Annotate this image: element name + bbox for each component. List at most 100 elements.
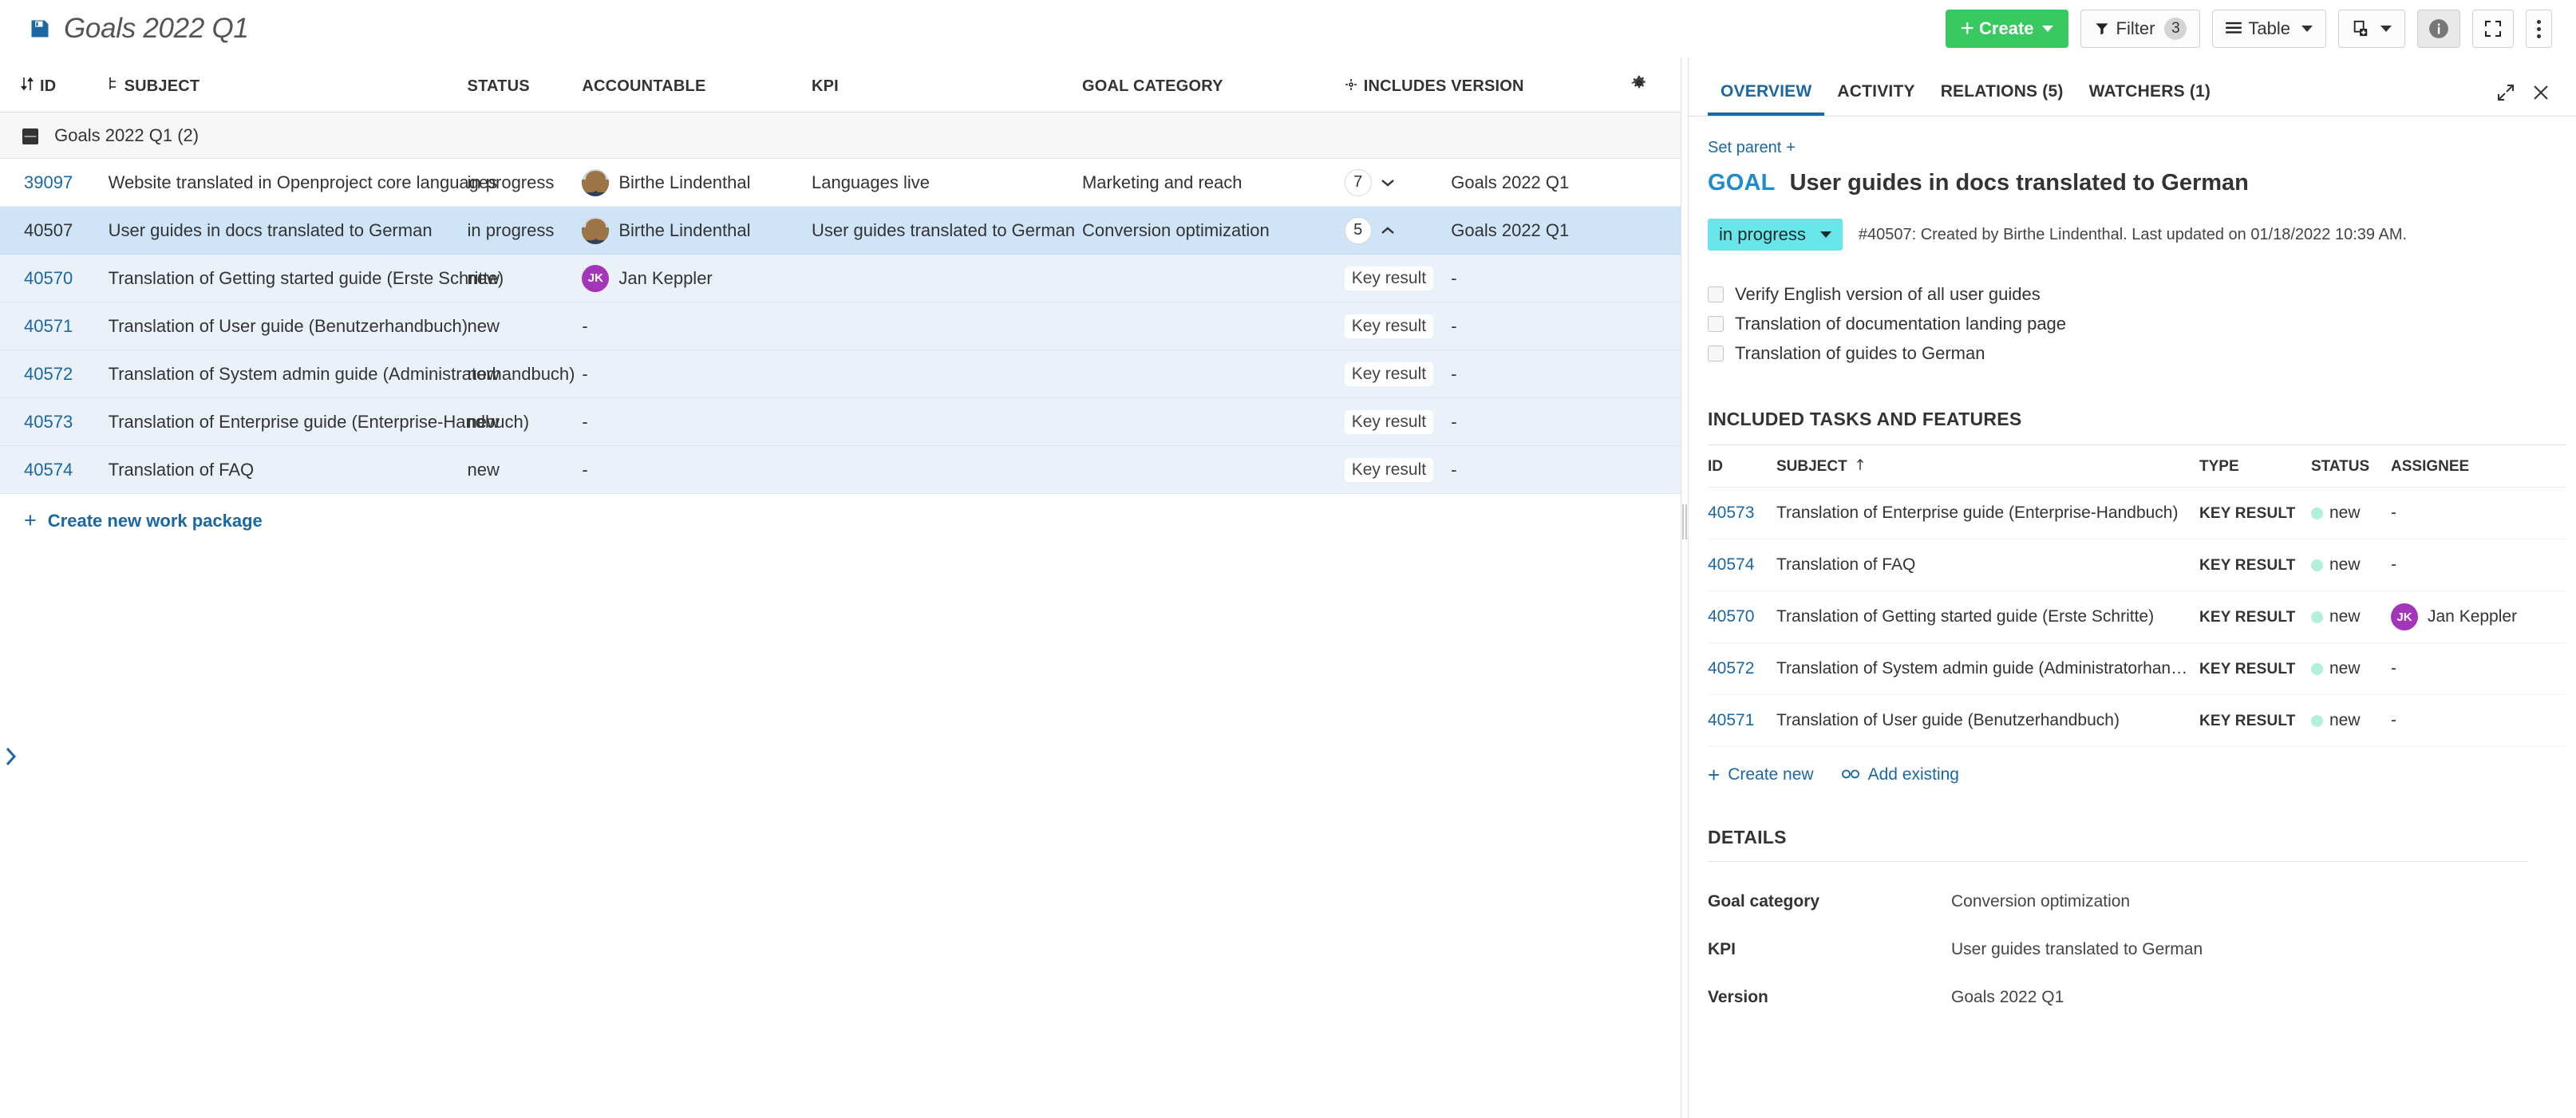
work-package-id-link[interactable]: 40571 — [1708, 711, 1754, 729]
chevron-up-icon[interactable] — [1380, 220, 1396, 241]
cell-status[interactable]: in progress — [467, 158, 583, 207]
column-header-version[interactable]: VERSION — [1451, 57, 1632, 113]
table-row[interactable]: 40572 Translation of System admin guide … — [0, 350, 1681, 398]
cell-id[interactable]: 40571 — [1708, 694, 1776, 747]
table-row[interactable]: 40570 Translation of Getting started gui… — [1708, 591, 2566, 643]
view-mode-button[interactable]: Table — [2212, 10, 2326, 48]
collapse-icon[interactable]: — — [22, 128, 38, 144]
table-row[interactable]: 40574 Translation of FAQ new - Key resul… — [0, 445, 1681, 494]
cell-subject[interactable]: Translation of User guide (Benutzerhandb… — [1776, 694, 2199, 747]
work-package-id-link[interactable]: 40574 — [1708, 555, 1754, 574]
add-existing-button[interactable]: Add existing — [1841, 765, 1959, 784]
checklist-item[interactable]: Translation of guides to German — [1708, 343, 2528, 364]
create-new-work-package-link[interactable]: + Create new work package — [0, 494, 263, 531]
cell-accountable[interactable]: - — [582, 302, 812, 350]
cell-id[interactable]: 40573 — [0, 397, 79, 446]
table-row[interactable]: 40571 Translation of User guide (Benutze… — [1708, 694, 2566, 747]
embedded-column-status[interactable]: STATUS — [2311, 444, 2391, 488]
sidebar-expand-button[interactable] — [2, 741, 21, 772]
save-icon[interactable] — [29, 18, 51, 40]
filter-button[interactable]: Filter 3 — [2080, 10, 2201, 48]
cell-id[interactable]: 40574 — [0, 445, 79, 494]
create-new-button[interactable]: + Create new — [1708, 764, 1814, 785]
cell-includes[interactable]: Key result — [1344, 445, 1452, 494]
cell-subject[interactable]: Translation of System admin guide (Admin… — [1776, 642, 2199, 695]
cell-status[interactable]: in progress — [467, 206, 583, 255]
cell-status[interactable]: new — [467, 254, 583, 302]
column-header-subject[interactable]: SUBJECT — [108, 57, 468, 113]
cell-id[interactable]: 39097 — [0, 158, 79, 207]
cell-id[interactable]: 40570 — [0, 254, 79, 302]
cell-id[interactable]: 40570 — [1708, 591, 1776, 643]
cell-accountable[interactable]: - — [582, 445, 812, 494]
cell-includes[interactable]: 7 — [1344, 158, 1452, 207]
table-row[interactable]: 40574 Translation of FAQ KEY RESULT new … — [1708, 539, 2566, 591]
cell-subject[interactable]: Translation of Enterprise guide (Enterpr… — [108, 397, 529, 446]
more-options-button[interactable] — [2526, 10, 2552, 48]
cell-id[interactable]: 40573 — [1708, 487, 1776, 539]
cell-includes[interactable]: Key result — [1344, 302, 1452, 350]
export-button[interactable] — [2338, 10, 2405, 48]
table-row[interactable]: 40573 Translation of Enterprise guide (E… — [0, 397, 1681, 446]
create-button[interactable]: + Create — [1945, 10, 2068, 48]
tab-relations[interactable]: RELATIONS (5) — [1928, 82, 2076, 116]
divider-grip-icon[interactable] — [1681, 504, 1688, 539]
work-package-id-link[interactable]: 40570 — [1708, 607, 1754, 626]
cell-kpi[interactable] — [811, 445, 1082, 494]
cell-kpi[interactable] — [811, 350, 1082, 398]
cell-version[interactable]: Goals 2022 Q1 — [1451, 206, 1632, 255]
details-value[interactable]: User guides translated to German — [1951, 940, 2203, 959]
cell-goal-category[interactable]: Marketing and reach — [1081, 158, 1345, 207]
table-row[interactable]: 40572 Translation of System admin guide … — [1708, 642, 2566, 695]
expand-icon[interactable] — [2488, 83, 2523, 116]
cell-status[interactable]: new — [467, 445, 583, 494]
column-header-id[interactable]: ID — [0, 57, 109, 113]
tab-activity[interactable]: ACTIVITY — [1824, 82, 1927, 116]
cell-goal-category[interactable] — [1081, 397, 1345, 446]
table-row[interactable]: 40571 Translation of User guide (Benutze… — [0, 302, 1681, 350]
work-package-id-link[interactable]: 40573 — [24, 412, 73, 432]
cell-version[interactable]: - — [1451, 445, 1632, 494]
cell-accountable[interactable]: Birthe Lindenthal — [582, 206, 812, 255]
checkbox-icon[interactable] — [1708, 286, 1724, 302]
work-package-id-link[interactable]: 40507 — [24, 220, 73, 240]
cell-accountable[interactable]: Birthe Lindenthal — [582, 158, 812, 207]
embedded-column-id[interactable]: ID — [1708, 444, 1776, 488]
cell-includes[interactable]: Key result — [1344, 397, 1452, 446]
cell-includes[interactable]: Key result — [1344, 254, 1452, 302]
work-package-id-link[interactable]: 40570 — [24, 268, 73, 288]
column-header-includes[interactable]: INCLUDES — [1344, 57, 1452, 113]
cell-goal-category[interactable]: Conversion optimization — [1081, 206, 1345, 255]
cell-goal-category[interactable] — [1081, 302, 1345, 350]
work-package-id-link[interactable]: 40571 — [24, 316, 73, 336]
cell-kpi[interactable] — [811, 254, 1082, 302]
cell-subject[interactable]: Website translated in Openproject core l… — [108, 158, 497, 207]
table-row[interactable]: 40570 Translation of Getting started gui… — [0, 254, 1681, 302]
column-header-accountable[interactable]: ACCOUNTABLE — [582, 57, 812, 113]
cell-version[interactable]: Goals 2022 Q1 — [1451, 158, 1632, 207]
cell-goal-category[interactable] — [1081, 350, 1345, 398]
cell-kpi[interactable] — [811, 397, 1082, 446]
cell-id[interactable]: 40574 — [1708, 539, 1776, 591]
work-package-id-link[interactable]: 40572 — [24, 364, 73, 384]
fullscreen-button[interactable] — [2472, 10, 2514, 48]
set-parent-button[interactable]: Set parent + — [1708, 139, 1796, 157]
column-settings-button[interactable] — [1631, 57, 1681, 113]
work-package-id-link[interactable]: 40574 — [24, 460, 73, 480]
column-header-goal-category[interactable]: GOAL CATEGORY — [1081, 57, 1345, 113]
checklist-item[interactable]: Translation of documentation landing pag… — [1708, 314, 2528, 334]
info-button[interactable] — [2417, 10, 2460, 48]
column-header-status[interactable]: STATUS — [467, 57, 583, 113]
details-value[interactable]: Conversion optimization — [1951, 892, 2130, 911]
details-value[interactable]: Goals 2022 Q1 — [1951, 988, 2064, 1007]
cell-accountable[interactable]: - — [582, 397, 812, 446]
cell-goal-category[interactable] — [1081, 254, 1345, 302]
cell-version[interactable]: - — [1451, 302, 1632, 350]
cell-subject[interactable]: Translation of Getting started guide (Er… — [1776, 591, 2199, 643]
cell-id[interactable]: 40572 — [0, 350, 79, 398]
embedded-column-assignee[interactable]: ASSIGNEE — [2391, 444, 2566, 488]
cell-includes[interactable]: 5 — [1344, 206, 1452, 255]
cell-kpi[interactable]: User guides translated to German — [811, 206, 1082, 255]
cell-id[interactable]: 40571 — [0, 302, 79, 350]
tab-watchers[interactable]: WATCHERS (1) — [2076, 82, 2224, 116]
